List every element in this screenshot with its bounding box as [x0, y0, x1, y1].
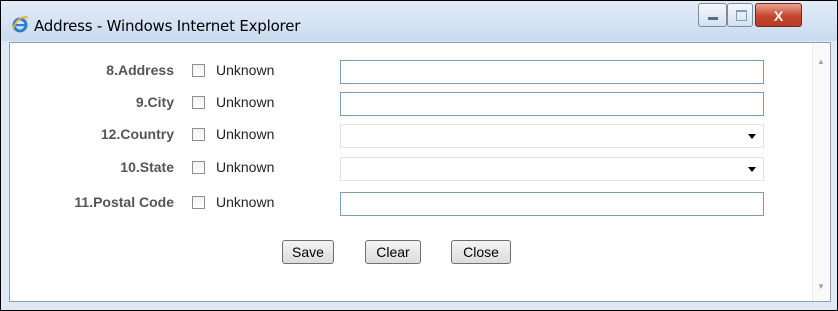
scroll-up-icon[interactable]: ▲	[817, 57, 825, 66]
maximize-icon	[736, 10, 747, 21]
state-select[interactable]	[340, 157, 764, 181]
close-icon: X	[773, 8, 784, 24]
postal-code-label: 11.Postal Code	[74, 194, 174, 210]
country-unknown-checkbox[interactable]	[192, 128, 205, 141]
maximize-button[interactable]	[727, 3, 753, 27]
postal-code-input[interactable]	[340, 192, 764, 216]
postal-code-unknown-checkbox[interactable]	[192, 196, 205, 209]
chevron-down-icon	[748, 134, 756, 139]
state-unknown-checkbox[interactable]	[192, 161, 205, 174]
country-row: 12.Country Unknown	[10, 124, 810, 148]
state-row: 10.State Unknown	[10, 157, 810, 181]
scroll-down-icon[interactable]: ▼	[817, 282, 825, 291]
address-unknown-checkbox[interactable]	[192, 64, 205, 77]
browser-window: Address - Windows Internet Explorer X 8.…	[0, 0, 838, 311]
city-row: 9.City Unknown	[10, 92, 810, 116]
country-select[interactable]	[340, 124, 764, 148]
city-label: 9.City	[135, 94, 174, 110]
address-input[interactable]	[340, 60, 764, 84]
state-label: 10.State	[120, 159, 174, 175]
address-label: 8.Address	[106, 62, 174, 78]
ie-icon	[12, 16, 29, 33]
vertical-scrollbar[interactable]: ▲ ▼	[812, 43, 830, 301]
clear-button[interactable]: Clear	[365, 240, 421, 264]
postal-code-row: 11.Postal Code Unknown	[10, 192, 810, 216]
button-bar: Save Clear Close	[10, 240, 810, 264]
minimize-icon	[708, 17, 718, 20]
window-title: Address - Windows Internet Explorer	[34, 17, 301, 35]
title-bar: Address - Windows Internet Explorer X	[1, 1, 837, 41]
city-unknown-label: Unknown	[216, 94, 275, 110]
minimize-button[interactable]	[698, 3, 727, 27]
postal-code-unknown-label: Unknown	[216, 194, 275, 210]
address-unknown-label: Unknown	[216, 62, 275, 78]
address-row: 8.Address Unknown	[10, 60, 810, 84]
city-input[interactable]	[340, 92, 764, 116]
country-label: 12.Country	[100, 126, 174, 142]
city-unknown-checkbox[interactable]	[192, 96, 205, 109]
chevron-down-icon	[748, 167, 756, 172]
country-unknown-label: Unknown	[216, 126, 275, 142]
close-button[interactable]: Close	[451, 240, 511, 264]
page-content: 8.Address Unknown 9.City Unknown 12.Coun…	[9, 42, 831, 302]
close-window-button[interactable]: X	[755, 3, 802, 27]
save-button[interactable]: Save	[282, 240, 334, 264]
state-unknown-label: Unknown	[216, 159, 275, 175]
